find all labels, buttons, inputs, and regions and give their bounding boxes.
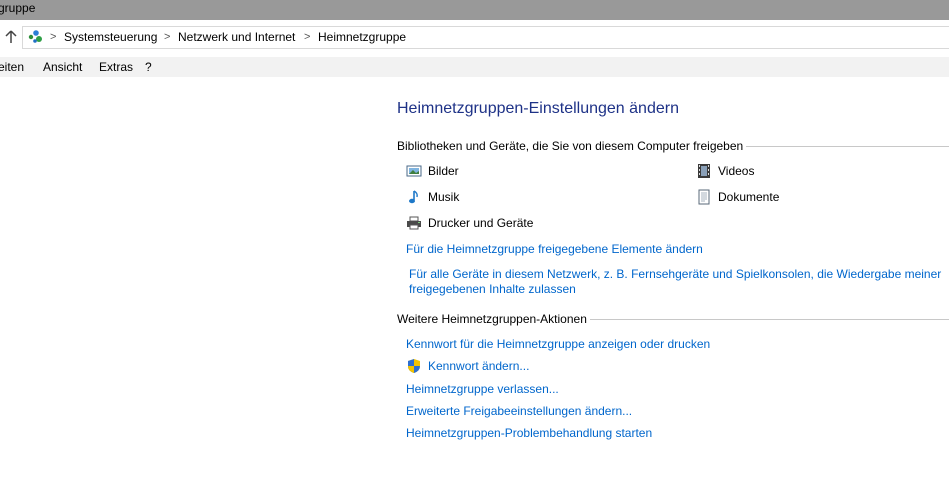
title-bar: gruppe: [0, 0, 949, 20]
music-icon: [409, 190, 418, 204]
breadcrumb-separator: >: [50, 31, 57, 43]
library-item-label: Musik: [428, 190, 460, 204]
allow-streaming-link-line2[interactable]: freigegebenen Inhalte zulassen: [409, 282, 576, 297]
address-row: > Systemsteuerung > Netzwerk und Interne…: [0, 24, 949, 51]
window-title: gruppe: [0, 1, 36, 15]
library-item-label: Dokumente: [718, 190, 780, 204]
change-password-item[interactable]: Kennwort ändern...: [408, 359, 529, 374]
advanced-sharing-link[interactable]: Erweiterte Freigabeeinstellungen ändern.…: [406, 404, 632, 419]
library-item-bilder: Bilder: [406, 164, 459, 179]
shield-icon: [408, 359, 420, 373]
section-title: Weitere Heimnetzgruppen-Aktionen: [397, 312, 590, 327]
troubleshoot-link[interactable]: Heimnetzgruppen-Problembehandlung starte…: [406, 426, 652, 441]
breadcrumb-netzwerk[interactable]: Netzwerk und Internet: [178, 30, 295, 44]
library-item-drucker: Drucker und Geräte: [407, 216, 534, 231]
main-content: Heimnetzgruppen-Einstellungen ändern Bib…: [0, 77, 949, 495]
videos-icon: [698, 164, 710, 178]
show-password-link[interactable]: Kennwort für die Heimnetzgruppe anzeigen…: [406, 337, 710, 352]
documents-icon: [698, 189, 710, 205]
breadcrumb-systemsteuerung[interactable]: Systemsteuerung: [64, 30, 157, 44]
library-item-dokumente: Dokumente: [698, 189, 780, 205]
homegroup-icon: [28, 30, 42, 43]
library-item-musik: Musik: [409, 190, 460, 205]
printer-icon: [407, 216, 421, 230]
address-bar[interactable]: > Systemsteuerung > Netzwerk und Interne…: [22, 26, 949, 49]
menu-bar: eiten Ansicht Extras ?: [0, 57, 949, 77]
breadcrumb-heimnetzgruppe[interactable]: Heimnetzgruppe: [318, 30, 406, 44]
section-divider: [588, 319, 949, 320]
section-libraries: Bibliotheken und Geräte, die Sie von die…: [397, 139, 949, 155]
section-actions: Weitere Heimnetzgruppen-Aktionen: [397, 312, 949, 328]
breadcrumb-separator: >: [164, 31, 171, 43]
section-title: Bibliotheken und Geräte, die Sie von die…: [397, 139, 747, 154]
breadcrumb-separator: >: [304, 31, 311, 43]
change-shared-items-link[interactable]: Für die Heimnetzgruppe freigegebene Elem…: [406, 242, 703, 257]
allow-streaming-link-line1[interactable]: Für alle Geräte in diesem Netzwerk, z. B…: [409, 267, 941, 282]
up-arrow-icon[interactable]: [3, 29, 19, 45]
library-item-label: Bilder: [428, 164, 459, 178]
menu-item-extras[interactable]: Extras: [99, 60, 133, 74]
menu-item-help[interactable]: ?: [145, 60, 152, 74]
section-divider: [737, 146, 949, 147]
change-password-link[interactable]: Kennwort ändern...: [428, 359, 529, 373]
library-item-label: Videos: [718, 164, 755, 178]
leave-homegroup-link[interactable]: Heimnetzgruppe verlassen...: [406, 382, 559, 397]
library-item-videos: Videos: [698, 164, 755, 179]
pictures-icon: [406, 165, 422, 177]
menu-item-ansicht[interactable]: Ansicht: [43, 60, 82, 74]
library-item-label: Drucker und Geräte: [428, 216, 534, 230]
menu-item-bearbeiten[interactable]: eiten: [0, 60, 24, 74]
page-title: Heimnetzgruppen-Einstellungen ändern: [397, 100, 679, 117]
